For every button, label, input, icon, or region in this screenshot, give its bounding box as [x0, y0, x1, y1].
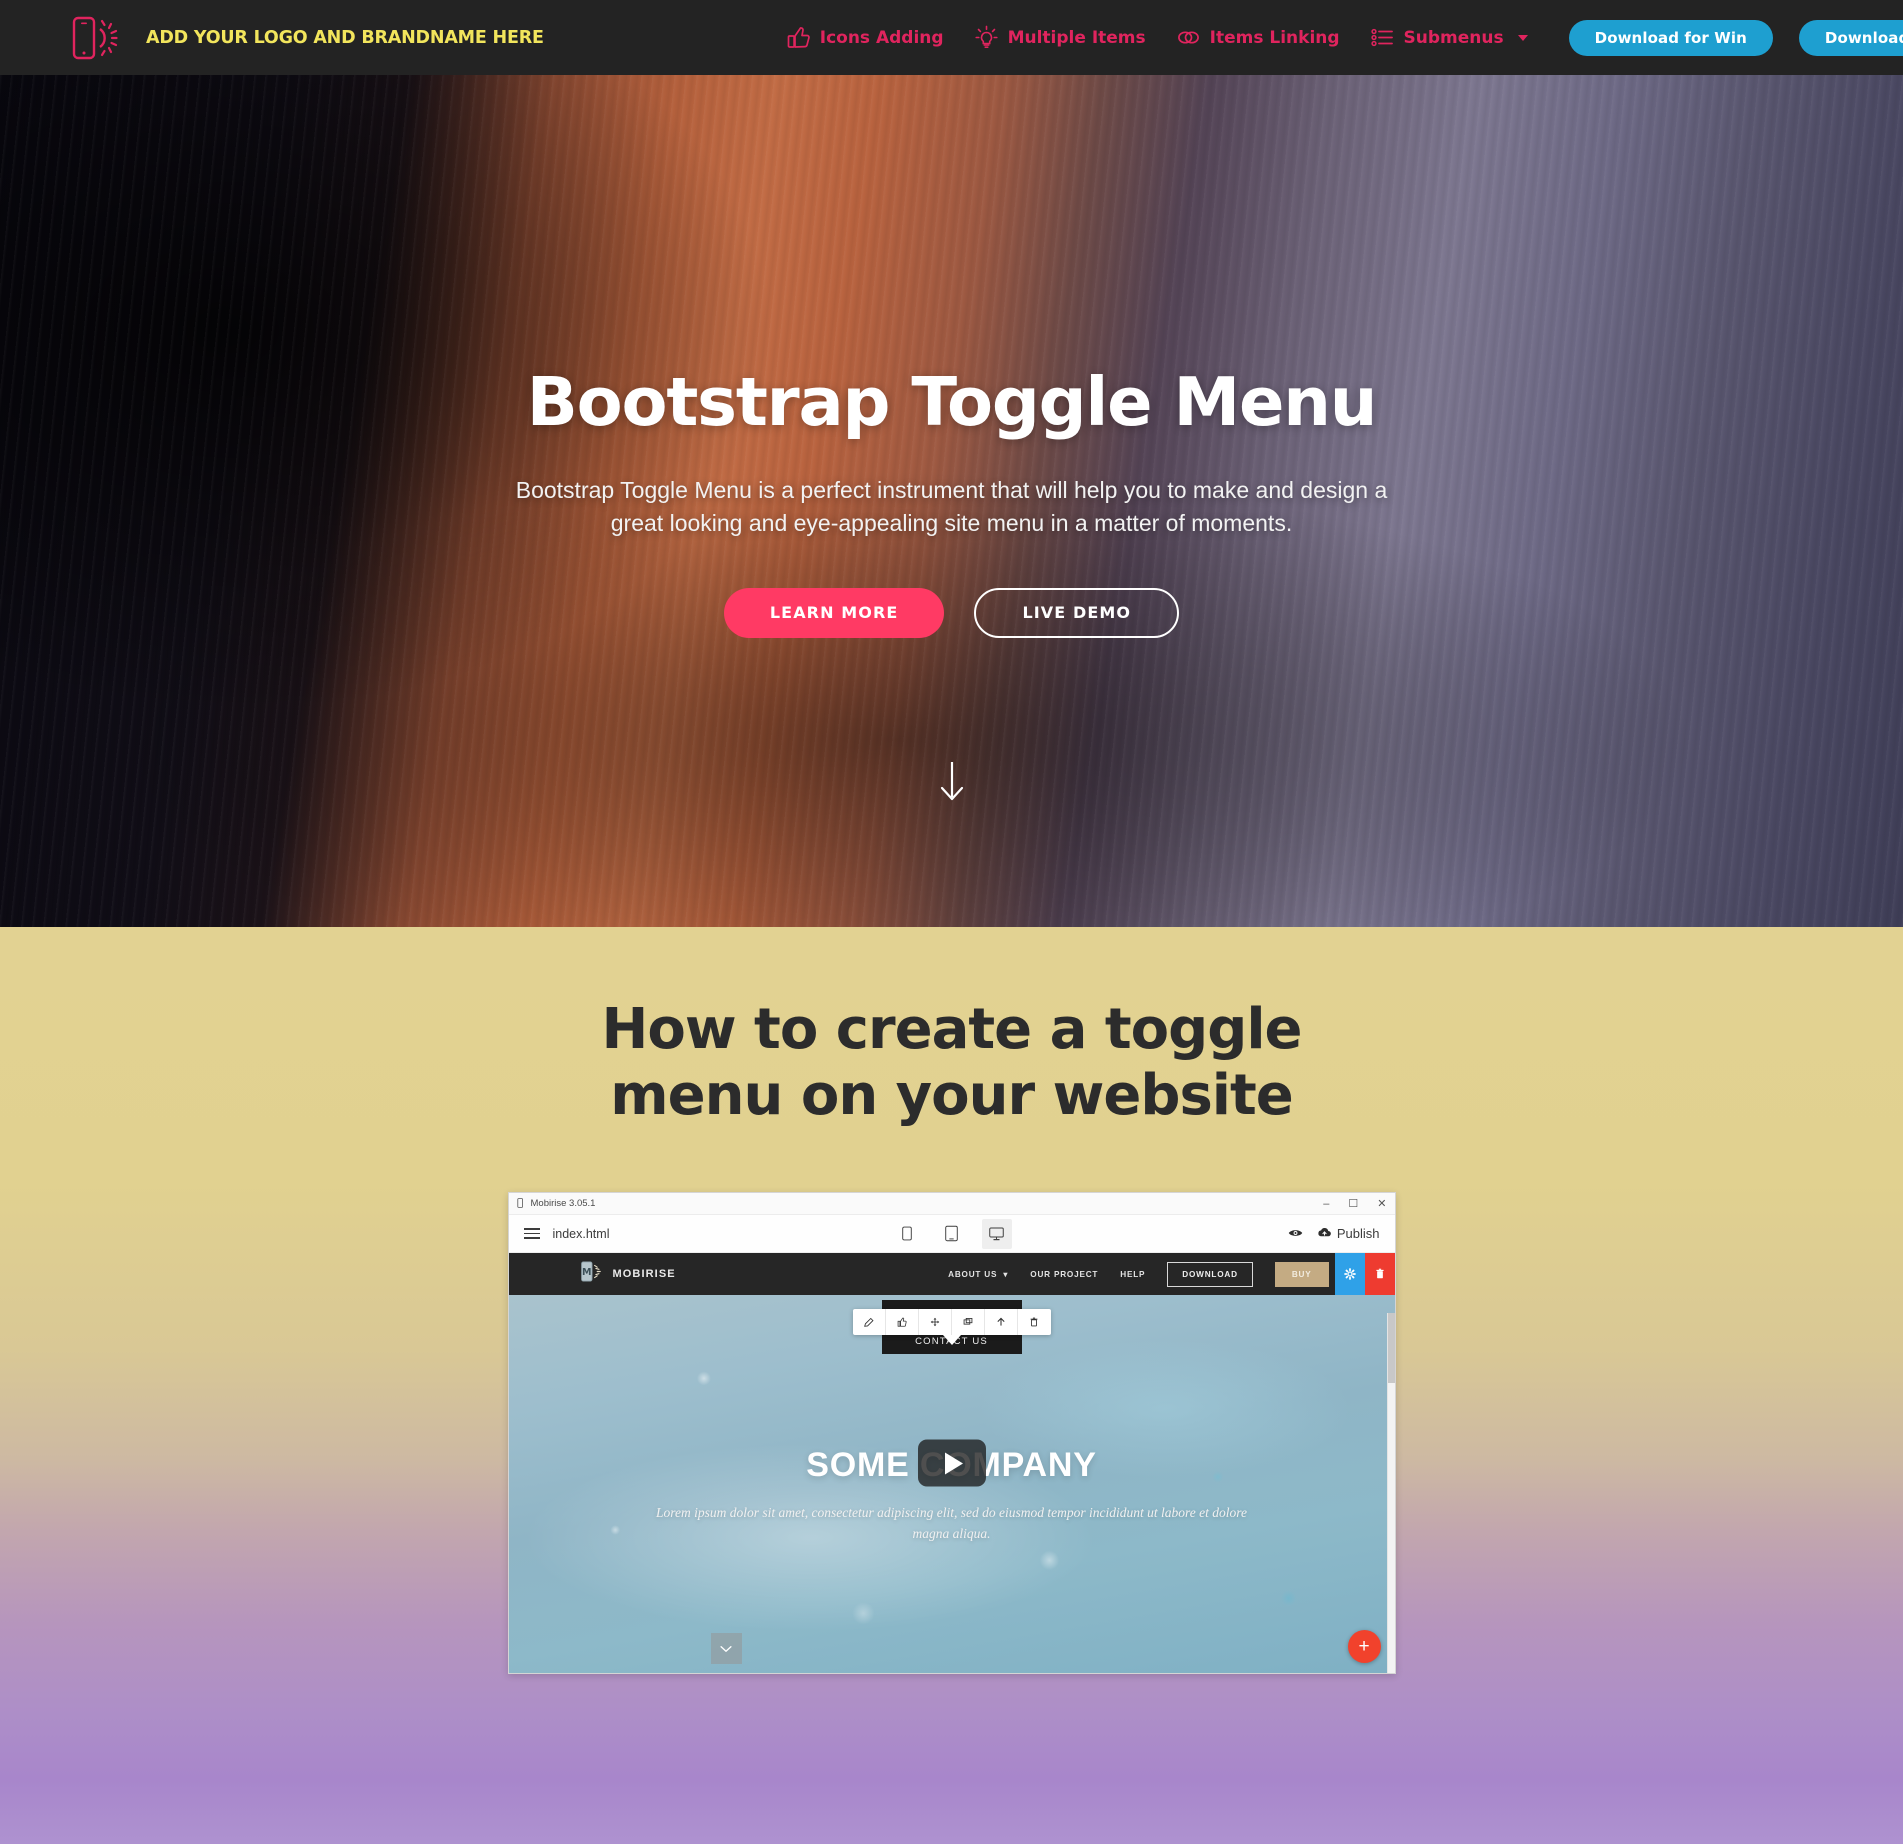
nav-item-multiple-items[interactable]: Multiple Items	[974, 25, 1146, 50]
hero-subtitle: Bootstrap Toggle Menu is a perfect instr…	[515, 477, 1388, 536]
close-icon[interactable]: ✕	[1377, 1197, 1386, 1210]
preview-download-button[interactable]: DOWNLOAD	[1167, 1261, 1253, 1287]
nav-download-buttons: Download for Win Download for Mac	[1568, 19, 1903, 56]
download-mac-button[interactable]: Download for Mac	[1798, 19, 1903, 56]
nav-label: Items Linking	[1209, 27, 1340, 48]
scrollbar-thumb[interactable]	[1387, 1313, 1395, 1384]
app-preview-window: Mobirise 3.05.1 – ☐ ✕ index.html Publish…	[507, 1192, 1396, 1675]
mobirise-m-logo-icon: M	[579, 1260, 605, 1288]
phone-icon[interactable]	[892, 1219, 922, 1249]
app-toolbar: index.html Publish	[508, 1215, 1395, 1254]
brand-name: ADD YOUR LOGO AND BRANDNAME HERE	[146, 27, 544, 48]
cloud-upload-icon	[1317, 1226, 1332, 1241]
file-name-label: index.html	[552, 1226, 610, 1241]
pencil-icon[interactable]	[853, 1309, 886, 1336]
learn-more-button[interactable]: LEARN MORE	[723, 587, 945, 638]
thumbs-up-icon	[786, 25, 811, 50]
eye-icon[interactable]	[1288, 1225, 1303, 1243]
preview-menu-help[interactable]: HELP	[1120, 1270, 1145, 1279]
download-win-button[interactable]: Download for Win	[1568, 19, 1773, 56]
duplicate-icon[interactable]	[952, 1309, 985, 1336]
hamburger-icon[interactable]	[523, 1228, 540, 1239]
nav-item-items-linking[interactable]: Items Linking	[1176, 25, 1340, 50]
inline-edit-toolbar	[852, 1309, 1051, 1336]
app-canvas: M MOBIRISE ABOUT US ▾ OUR PROJECT HELP D…	[508, 1253, 1395, 1674]
section-title: How to create a toggle menu on your webs…	[601, 997, 1302, 1128]
tablet-icon[interactable]	[937, 1219, 967, 1249]
nav-label: Icons Adding	[819, 27, 944, 48]
device-toggle-group	[892, 1218, 1012, 1249]
phone-sun-logo-icon	[66, 12, 132, 64]
arrow-down-icon[interactable]	[937, 760, 967, 809]
hero-buttons: LEARN MORE LIVE DEMO	[402, 587, 1502, 638]
nav-item-submenus[interactable]: Submenus	[1370, 25, 1528, 50]
preview-site-menu: ABOUT US ▾ OUR PROJECT HELP DOWNLOAD BUY	[948, 1261, 1329, 1287]
preview-brand[interactable]: M MOBIRISE	[579, 1260, 676, 1288]
preview-site-navbar: M MOBIRISE ABOUT US ▾ OUR PROJECT HELP D…	[508, 1253, 1395, 1296]
how-to-section: How to create a toggle menu on your webs…	[0, 927, 1903, 1844]
app-canvas-scrollbar[interactable]	[1386, 1313, 1395, 1674]
desktop-icon[interactable]	[981, 1218, 1012, 1249]
plus-icon[interactable]: +	[1347, 1630, 1381, 1664]
preview-menu-about-us[interactable]: ABOUT US ▾	[948, 1269, 1008, 1279]
chevron-down-icon: ▾	[1003, 1270, 1009, 1280]
move-icon[interactable]	[919, 1309, 952, 1336]
mobirise-app-icon	[516, 1195, 525, 1213]
thumbs-up-icon[interactable]	[886, 1309, 919, 1336]
preview-hero-subtitle: Lorem ipsum dolor sit amet, consectetur …	[656, 1505, 1247, 1541]
chevron-down-icon	[1517, 34, 1528, 41]
live-demo-button[interactable]: LIVE DEMO	[974, 587, 1180, 638]
publish-label: Publish	[1336, 1226, 1380, 1242]
nav-links: Icons Adding Multiple Items Items Linkin…	[786, 25, 1528, 50]
chevron-down-icon[interactable]	[710, 1633, 742, 1665]
site-navbar: ADD YOUR LOGO AND BRANDNAME HERE Icons A…	[0, 0, 1903, 75]
publish-button[interactable]: Publish	[1317, 1226, 1380, 1241]
delete-icon[interactable]	[1018, 1309, 1051, 1335]
preview-brand-label: MOBIRISE	[612, 1268, 676, 1281]
nav-label: Submenus	[1403, 27, 1504, 48]
app-window-title: Mobirise 3.05.1	[530, 1198, 596, 1210]
bullet-list-icon	[1370, 25, 1395, 50]
app-titlebar: Mobirise 3.05.1 – ☐ ✕	[508, 1193, 1395, 1216]
hero-title: Bootstrap Toggle Menu	[526, 363, 1378, 441]
linked-circles-icon	[1176, 25, 1201, 50]
preview-menu-label: ABOUT US	[948, 1270, 998, 1280]
minimize-icon[interactable]: –	[1323, 1198, 1329, 1210]
preview-site-hero: CONTACT US SOME COMPANY Lorem ipsum dolo…	[508, 1295, 1395, 1674]
hero-section: Bootstrap Toggle Menu Bootstrap Toggle M…	[0, 75, 1903, 927]
preview-buy-button[interactable]: BUY	[1274, 1261, 1329, 1287]
gear-icon[interactable]	[1334, 1253, 1365, 1296]
nav-item-icons-adding[interactable]: Icons Adding	[786, 25, 944, 50]
play-icon[interactable]	[917, 1439, 986, 1487]
nav-label: Multiple Items	[1007, 27, 1146, 48]
preview-menu-our-project[interactable]: OUR PROJECT	[1030, 1270, 1098, 1279]
block-edit-badges	[1334, 1253, 1395, 1296]
maximize-icon[interactable]: ☐	[1348, 1197, 1358, 1210]
window-controls: – ☐ ✕	[1323, 1197, 1386, 1211]
svg-text:M: M	[582, 1267, 591, 1278]
toolbar-pointer-icon	[942, 1335, 961, 1346]
trash-icon[interactable]	[1364, 1253, 1395, 1296]
lightbulb-icon	[974, 25, 999, 50]
app-toolbar-right: Publish	[1288, 1225, 1380, 1243]
arrow-up-icon[interactable]	[985, 1309, 1018, 1336]
hero-content: Bootstrap Toggle Menu Bootstrap Toggle M…	[402, 75, 1502, 638]
brand[interactable]: ADD YOUR LOGO AND BRANDNAME HERE	[66, 12, 544, 64]
